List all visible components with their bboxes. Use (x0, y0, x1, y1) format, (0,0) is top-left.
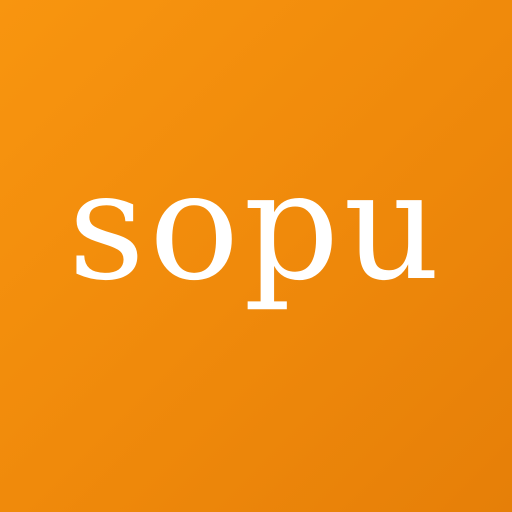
logo-wordmark: sopu (68, 140, 444, 314)
app-icon-tile: sopu (0, 0, 512, 512)
